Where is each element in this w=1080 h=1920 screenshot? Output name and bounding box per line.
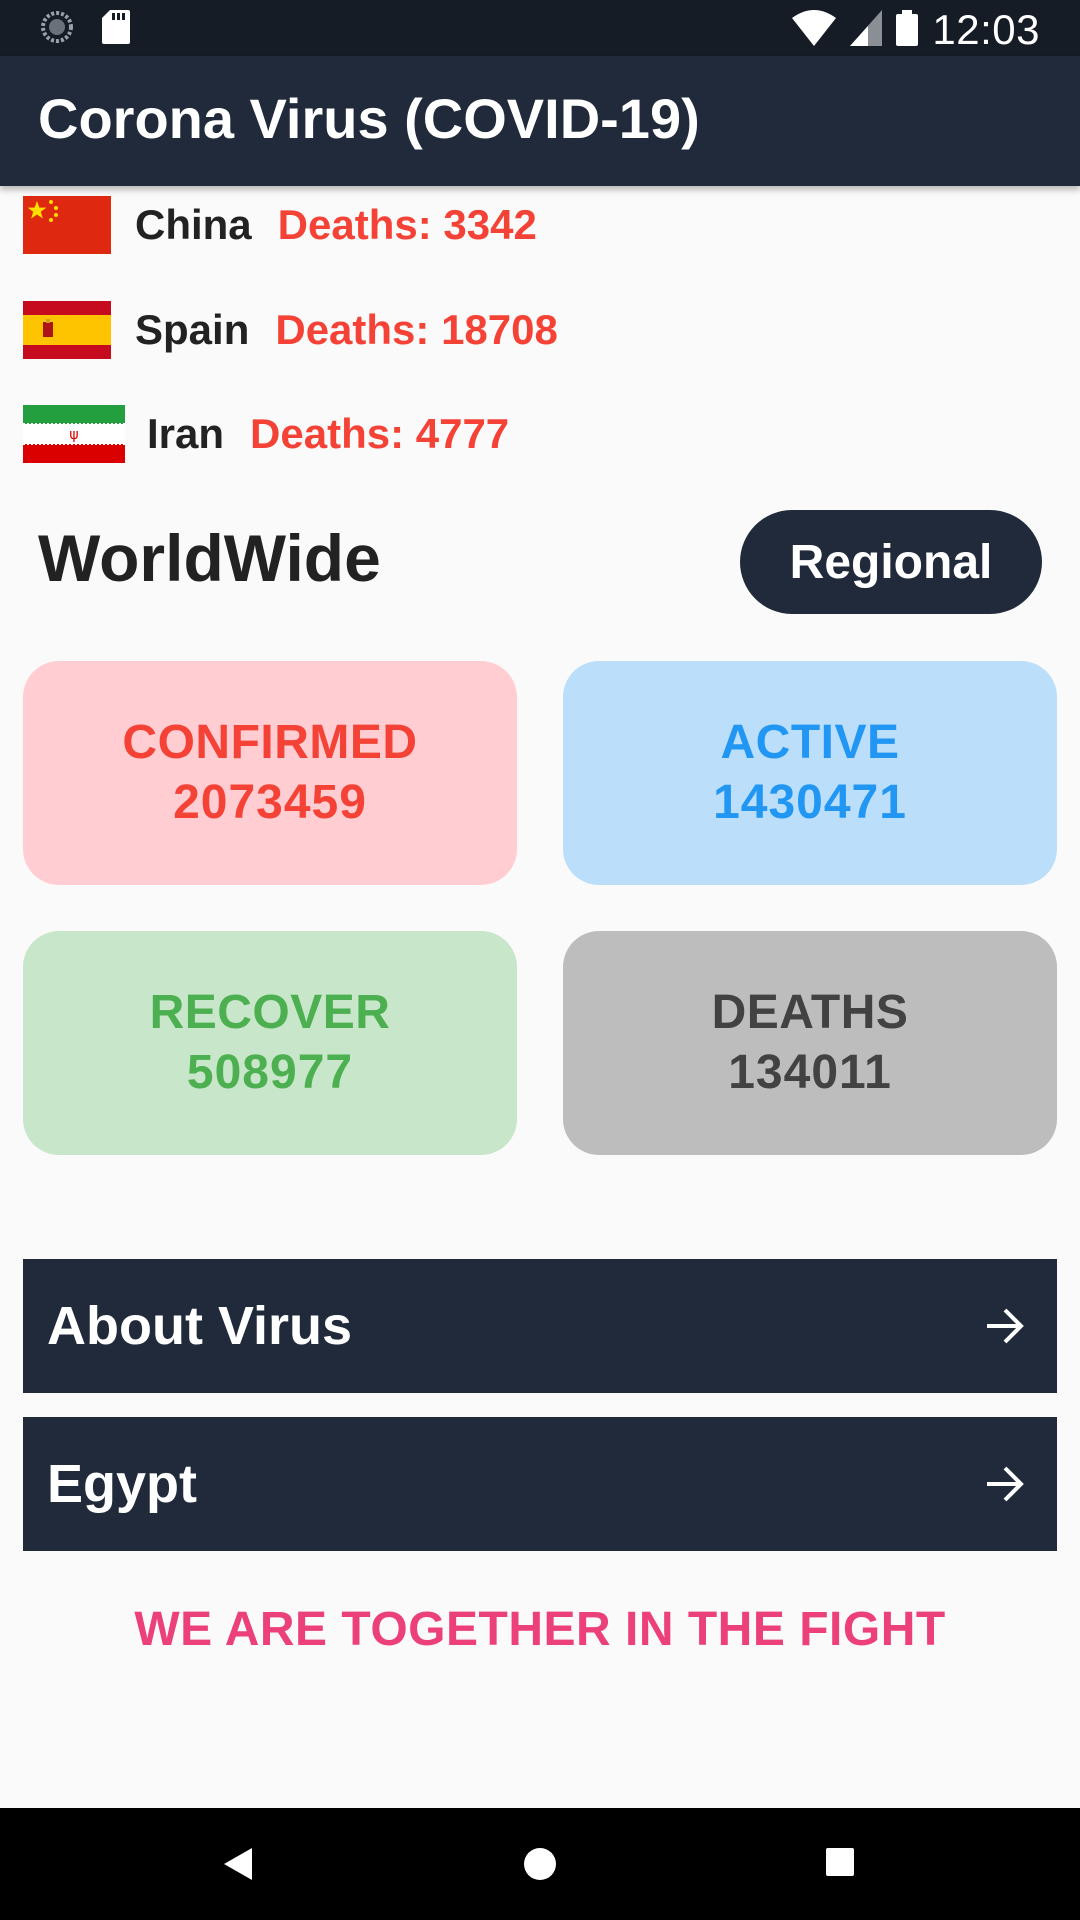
home-icon[interactable] [522, 1846, 558, 1887]
active-card: ACTIVE 1430471 [563, 661, 1057, 885]
sd-card-icon [102, 10, 130, 49]
back-icon[interactable] [222, 1846, 254, 1887]
card-value: 134011 [728, 1046, 892, 1099]
card-label: CONFIRMED [122, 716, 418, 769]
card-label: DEATHS [711, 986, 909, 1039]
arrow-right-icon [981, 1302, 1029, 1350]
country-deaths: Deaths: 18708 [275, 306, 558, 353]
country-row-spain[interactable]: Spain Deaths: 18708 [23, 300, 558, 360]
card-label: ACTIVE [720, 716, 900, 769]
menu-label: About Virus [47, 1296, 353, 1356]
country-name: China [135, 201, 252, 248]
spain-flag [23, 301, 111, 359]
status-bar: 12:03 [0, 0, 1080, 56]
card-value: 2073459 [173, 776, 367, 829]
country-row-china[interactable]: China Deaths: 3342 [23, 195, 537, 255]
china-flag [23, 196, 111, 254]
country-row-iran[interactable]: ψ Iran Deaths: 4777 [23, 404, 509, 464]
svg-text:ψ: ψ [69, 427, 78, 443]
regional-button[interactable]: Regional [740, 510, 1042, 614]
country-name: Iran [147, 410, 225, 457]
wifi-icon [792, 9, 837, 51]
about-virus-button[interactable]: About Virus [23, 1259, 1057, 1393]
clock: 12:03 [932, 6, 1040, 53]
app-title: Corona Virus (COVID-19) [38, 87, 700, 150]
app-bar: Corona Virus (COVID-19) [0, 56, 1080, 186]
menu-label: Egypt [47, 1454, 198, 1514]
worldwide-title: WorldWide [38, 521, 381, 595]
battery-icon [896, 9, 919, 51]
recents-icon[interactable] [824, 1846, 856, 1883]
slogan-text: WE ARE TOGETHER IN THE FIGHT [134, 1603, 946, 1656]
card-value: 1430471 [713, 776, 907, 829]
country-name: Spain [135, 306, 250, 353]
loading-icon [40, 10, 74, 49]
card-label: RECOVER [149, 986, 391, 1039]
signal-icon [850, 9, 883, 51]
egypt-button[interactable]: Egypt [23, 1417, 1057, 1551]
system-nav-bar [0, 1808, 1080, 1920]
card-value: 508977 [186, 1046, 354, 1099]
arrow-right-icon [981, 1460, 1029, 1508]
country-deaths: Deaths: 3342 [277, 201, 537, 248]
iran-flag: ψ [23, 405, 125, 463]
recover-card: RECOVER 508977 [23, 931, 517, 1155]
country-deaths: Deaths: 4777 [250, 410, 510, 457]
confirmed-card: CONFIRMED 2073459 [23, 661, 517, 885]
deaths-card: DEATHS 134011 [563, 931, 1057, 1155]
